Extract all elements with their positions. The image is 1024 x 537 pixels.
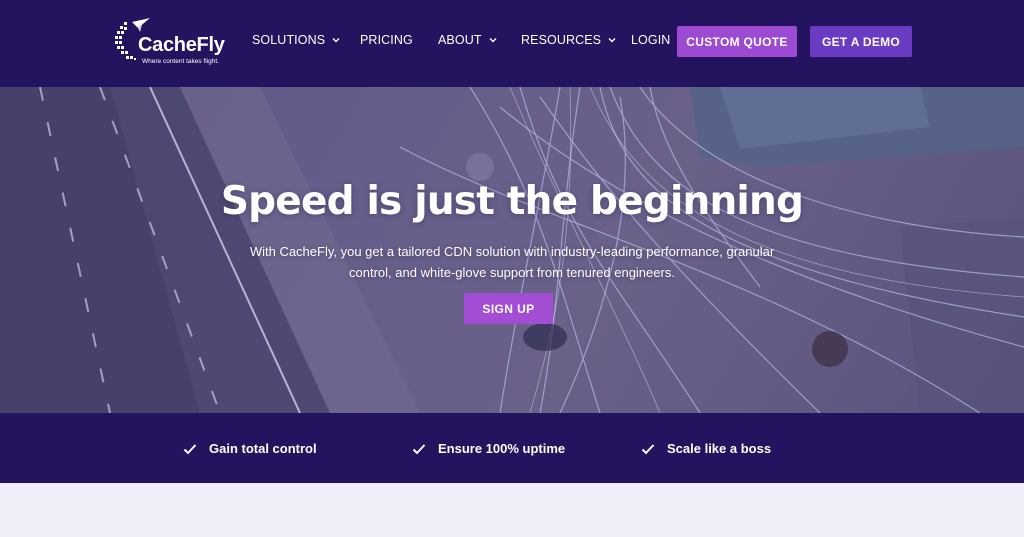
chevron-down-icon xyxy=(608,38,616,43)
hero-title: Speed is just the beginning xyxy=(220,179,804,224)
chevron-down-icon xyxy=(332,38,340,43)
sign-up-button[interactable]: SIGN UP xyxy=(464,293,553,324)
hero-section: Speed is just the beginning With CacheFl… xyxy=(0,87,1024,413)
site-header: CacheFly Where content takes flight. SOL… xyxy=(0,0,1024,87)
logo-tagline: Where content takes flight. xyxy=(142,58,219,65)
logo-wordmark: CacheFly xyxy=(138,34,225,56)
nav-resources[interactable]: RESOURCES xyxy=(521,33,617,47)
get-a-demo-button[interactable]: GET A DEMO xyxy=(810,26,912,57)
feature-label: Gain total control xyxy=(209,441,317,456)
check-icon xyxy=(183,443,197,454)
check-icon xyxy=(641,443,655,454)
custom-quote-button[interactable]: CUSTOM QUOTE xyxy=(677,26,797,57)
feature-label: Scale like a boss xyxy=(667,441,772,456)
next-section xyxy=(0,483,1024,537)
feature-item: Gain total control xyxy=(183,441,317,456)
nav-solutions[interactable]: SOLUTIONS xyxy=(252,33,341,47)
nav-about[interactable]: ABOUT xyxy=(438,33,498,47)
feature-item: Scale like a boss xyxy=(641,441,771,456)
cachefly-logo[interactable]: CacheFly Where content takes flight. xyxy=(112,16,232,68)
nav-about-label: ABOUT xyxy=(438,33,482,47)
feature-item: Ensure 100% uptime xyxy=(412,441,565,456)
nav-pricing-label: PRICING xyxy=(360,33,413,47)
hero-subtitle: With CacheFly, you get a tailored CDN so… xyxy=(249,244,775,280)
nav-login[interactable]: LOGIN xyxy=(631,33,670,47)
nav-login-label: LOGIN xyxy=(631,33,671,47)
nav-resources-label: RESOURCES xyxy=(521,33,602,47)
features-bar: Gain total control Ensure 100% uptime Sc… xyxy=(0,413,1024,483)
check-icon xyxy=(412,443,426,454)
chevron-down-icon xyxy=(489,38,497,43)
nav-pricing[interactable]: PRICING xyxy=(360,33,413,47)
feature-label: Ensure 100% uptime xyxy=(438,441,566,456)
nav-solutions-label: SOLUTIONS xyxy=(252,33,326,47)
